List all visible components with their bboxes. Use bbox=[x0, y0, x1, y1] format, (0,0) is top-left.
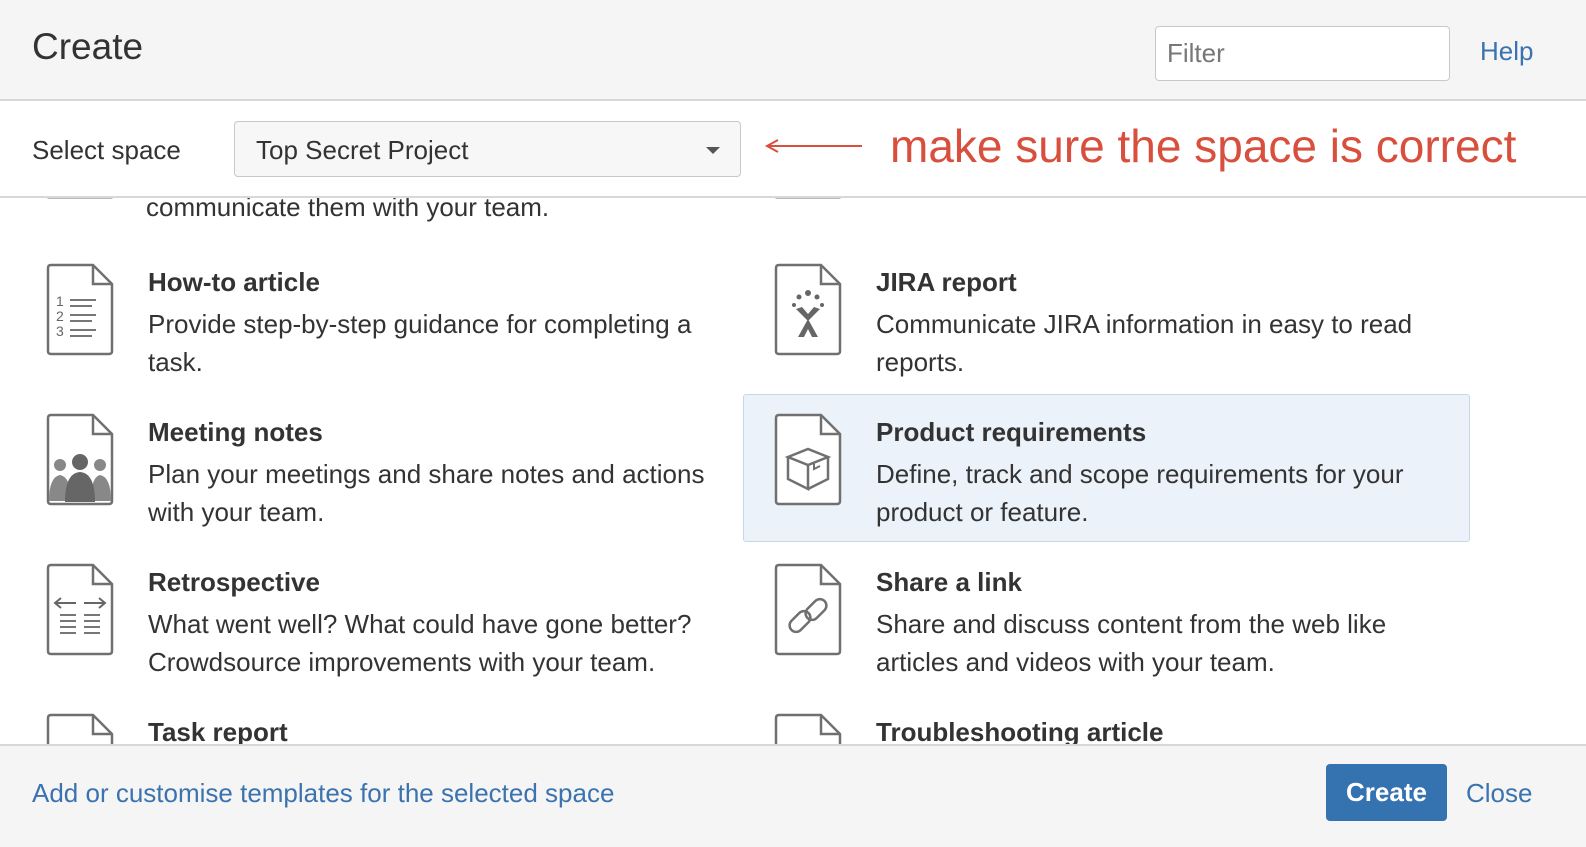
template-task-report[interactable]: Task report bbox=[15, 694, 742, 744]
template-how-to-article[interactable]: 1 2 3 How-to article Provide step-by-ste… bbox=[15, 244, 742, 392]
close-link[interactable]: Close bbox=[1466, 778, 1532, 809]
doc-icon bbox=[774, 713, 842, 744]
numbered-list-doc-icon: 1 2 3 bbox=[46, 263, 114, 356]
template-name: Share a link bbox=[876, 567, 1022, 597]
template-troubleshooting-article[interactable]: Troubleshooting article bbox=[743, 694, 1470, 744]
template-description: Define, track and scope requirements for… bbox=[876, 459, 1404, 527]
dialog-footer: Add or customise templates for the selec… bbox=[0, 744, 1586, 847]
template-name: Retrospective bbox=[148, 567, 320, 597]
doc-icon bbox=[775, 198, 841, 199]
space-dropdown-value: Top Secret Project bbox=[256, 135, 469, 165]
template-jira-report[interactable]: JIRA report Communicate JIRA information… bbox=[743, 244, 1470, 392]
doc-icon bbox=[46, 713, 114, 744]
people-doc-icon bbox=[46, 413, 114, 506]
doc-icon bbox=[47, 198, 113, 199]
template-name: Meeting notes bbox=[148, 417, 323, 447]
jira-doc-icon bbox=[774, 263, 842, 356]
svg-text:3: 3 bbox=[56, 323, 64, 339]
box-doc-icon bbox=[774, 413, 842, 506]
create-button[interactable]: Create bbox=[1326, 764, 1447, 821]
template-description: Provide step-by-step guidance for comple… bbox=[148, 309, 692, 377]
annotation-text: make sure the space is correct bbox=[890, 120, 1517, 172]
arrows-doc-icon bbox=[46, 563, 114, 656]
space-dropdown[interactable]: Top Secret Project bbox=[234, 121, 741, 177]
template-description: Plan your meetings and share notes and a… bbox=[148, 459, 705, 527]
svg-text:1: 1 bbox=[56, 293, 64, 309]
template-retrospective[interactable]: Retrospective What went well? What could… bbox=[15, 544, 742, 692]
dialog-header: Create Help bbox=[0, 0, 1586, 101]
filter-input[interactable] bbox=[1155, 26, 1450, 81]
template-name: Troubleshooting article bbox=[876, 717, 1164, 744]
template-list: communicate them with your team. 1 2 3 H… bbox=[0, 198, 1586, 744]
template-name: Task report bbox=[148, 717, 288, 744]
select-space-label: Select space bbox=[32, 135, 181, 165]
template-share-a-link[interactable]: Share a link Share and discuss content f… bbox=[743, 544, 1470, 692]
template-name: JIRA report bbox=[876, 267, 1017, 297]
chevron-down-icon bbox=[706, 147, 720, 154]
link-doc-icon bbox=[774, 563, 842, 656]
template-product-requirements[interactable]: Product requirements Define, track and s… bbox=[743, 394, 1470, 542]
annotation-arrow-icon bbox=[764, 139, 862, 153]
svg-text:2: 2 bbox=[56, 308, 64, 324]
dialog-title: Create bbox=[32, 26, 144, 67]
template-description: What went well? What could have gone bet… bbox=[148, 609, 692, 677]
partial-template-description: communicate them with your team. bbox=[146, 198, 550, 222]
template-description: Communicate JIRA information in easy to … bbox=[876, 309, 1413, 377]
template-name: Product requirements bbox=[876, 417, 1147, 447]
space-selector-bar: Select space Top Secret Project make sur… bbox=[0, 101, 1586, 198]
help-link[interactable]: Help bbox=[1480, 36, 1533, 67]
template-meeting-notes[interactable]: Meeting notes Plan your meetings and sha… bbox=[15, 394, 742, 542]
template-name: How-to article bbox=[148, 267, 320, 297]
template-description: Share and discuss content from the web l… bbox=[876, 609, 1387, 677]
customise-templates-link[interactable]: Add or customise templates for the selec… bbox=[32, 778, 614, 809]
